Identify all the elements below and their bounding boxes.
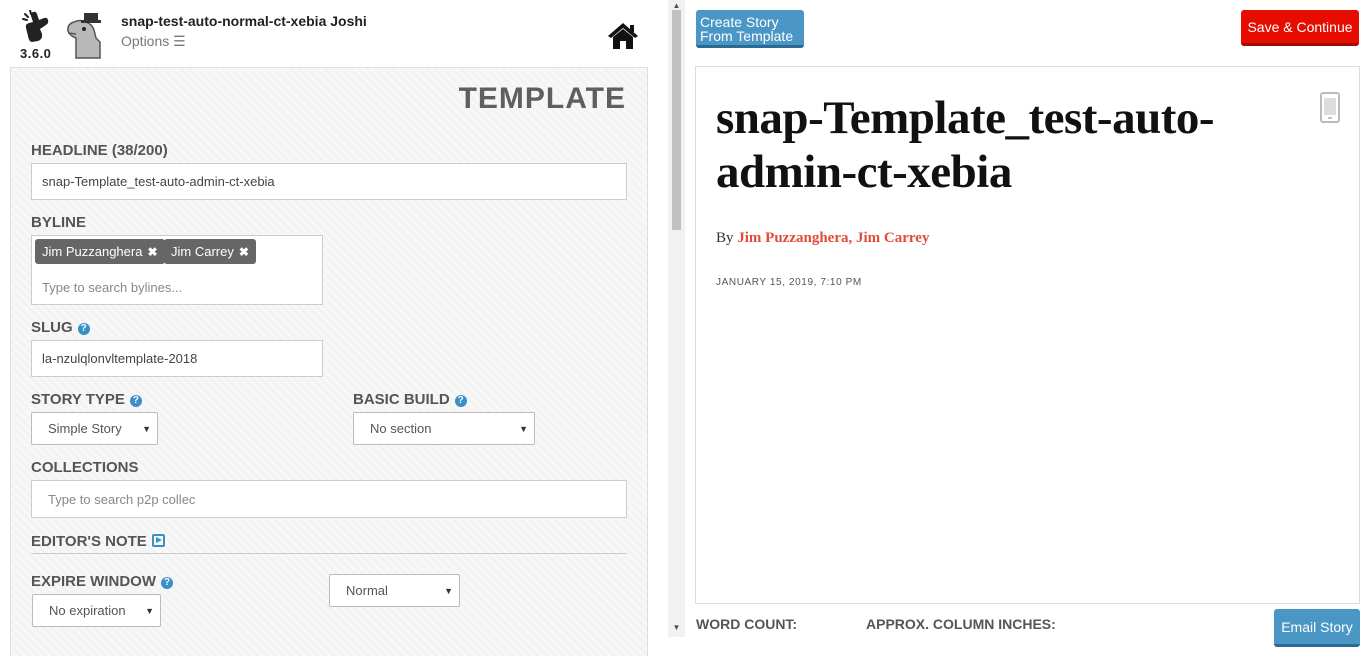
preview-byline: By Jim Puzzanghera, Jim Carrey <box>716 230 929 247</box>
expire-window-label-text: EXPIRE WINDOW <box>31 573 157 590</box>
slug-label-text: SLUG <box>31 319 73 336</box>
home-button[interactable] <box>606 21 640 51</box>
byline-field[interactable]: Jim Puzzanghera ✖ Jim Carrey ✖ Type to s… <box>31 235 323 305</box>
chevron-down-icon: ▼ <box>444 585 453 596</box>
chevron-down-icon: ▼ <box>519 423 528 434</box>
byline-prefix: By <box>716 230 734 246</box>
editors-note-label[interactable]: EDITOR'S NOTE <box>31 533 165 550</box>
expand-icon[interactable] <box>151 534 165 547</box>
options-menu[interactable]: Options ☰ <box>121 33 186 50</box>
priority-value: Normal <box>346 583 388 598</box>
basic-build-value: No section <box>370 421 432 436</box>
story-type-select[interactable]: Simple Story ▼ <box>31 412 158 445</box>
byline-tag-label: Jim Carrey <box>171 244 234 259</box>
slug-label: SLUG? <box>31 319 90 336</box>
story-type-value: Simple Story <box>48 421 122 436</box>
avatar[interactable] <box>64 12 110 62</box>
expire-window-value: No expiration <box>49 603 126 618</box>
collections-input[interactable]: Type to search p2p collec <box>31 480 627 518</box>
byline-tag: Jim Puzzanghera ✖ <box>35 239 165 264</box>
create-from-template-button[interactable]: Create Story From Template <box>696 10 804 48</box>
expire-window-select[interactable]: No expiration ▼ <box>32 594 161 627</box>
app-logo[interactable]: 3.6.0 <box>18 10 58 62</box>
story-preview: snap-Template_test-auto-admin-ct-xebia B… <box>695 66 1360 604</box>
user-name: snap-test-auto-normal-ct-xebia Joshi <box>121 13 367 29</box>
divider <box>31 553 627 554</box>
editors-note-label-text: EDITOR'S NOTE <box>31 533 147 550</box>
basic-build-label: BASIC BUILD? <box>353 391 467 408</box>
headline-input[interactable]: snap-Template_test-auto-admin-ct-xebia <box>31 163 627 200</box>
headline-label: HEADLINE (38/200) <box>31 142 168 159</box>
story-type-label-text: STORY TYPE <box>31 391 125 408</box>
story-type-label: STORY TYPE? <box>31 391 142 408</box>
collections-label: COLLECTIONS <box>31 459 139 476</box>
scrollbar-thumb[interactable] <box>672 10 681 230</box>
slug-input[interactable]: la-nzulqlonvltemplate-2018 <box>31 340 323 377</box>
basic-build-label-text: BASIC BUILD <box>353 391 450 408</box>
byline-label: BYLINE <box>31 214 87 231</box>
preview-headline: snap-Template_test-auto-admin-ct-xebia <box>716 92 1215 198</box>
help-icon[interactable]: ? <box>454 395 467 407</box>
column-inches-label: APPROX. COLUMN INCHES: <box>866 616 1056 632</box>
basic-build-select[interactable]: No section ▼ <box>353 412 535 445</box>
remove-tag-icon[interactable]: ✖ <box>239 245 249 259</box>
byline-tag: Jim Carrey ✖ <box>164 239 256 264</box>
headline-value: snap-Template_test-auto-admin-ct-xebia <box>42 174 275 189</box>
byline-authors[interactable]: Jim Puzzanghera, Jim Carrey <box>737 230 929 246</box>
slug-value: la-nzulqlonvltemplate-2018 <box>42 351 198 366</box>
help-icon[interactable]: ? <box>161 577 174 589</box>
expire-window-label: EXPIRE WINDOW? <box>31 573 174 590</box>
home-icon <box>608 23 638 49</box>
word-count-label: WORD COUNT: <box>696 616 798 632</box>
snap-hand-icon <box>22 10 49 42</box>
scroll-down-icon[interactable]: ▼ <box>672 623 681 632</box>
email-story-button[interactable]: Email Story <box>1274 609 1360 647</box>
version-label: 3.6.0 <box>20 46 52 61</box>
story-editor: 3.6.0 snap-test-auto-normal-ct-xebia Jos… <box>0 0 1370 656</box>
help-icon[interactable]: ? <box>77 323 90 335</box>
collections-placeholder: Type to search p2p collec <box>48 491 196 507</box>
byline-tag-label: Jim Puzzanghera <box>42 244 143 259</box>
scroll-up-icon[interactable]: ▲ <box>672 1 681 10</box>
save-continue-button[interactable]: Save & Continue <box>1241 10 1359 46</box>
preview-date: JANUARY 15, 2019, 7:10 PM <box>716 277 862 288</box>
byline-search-input[interactable]: Type to search bylines... <box>42 280 182 295</box>
template-form-panel: TEMPLATE HEADLINE (38/200) snap-Template… <box>10 67 648 656</box>
panel-title: TEMPLATE <box>458 82 626 115</box>
chevron-down-icon: ▼ <box>142 423 151 434</box>
chevron-down-icon: ▼ <box>145 605 154 616</box>
mobile-device-icon[interactable] <box>1320 92 1340 123</box>
help-icon[interactable]: ? <box>129 395 142 407</box>
priority-select[interactable]: Normal ▼ <box>329 574 460 607</box>
remove-tag-icon[interactable]: ✖ <box>147 245 157 259</box>
